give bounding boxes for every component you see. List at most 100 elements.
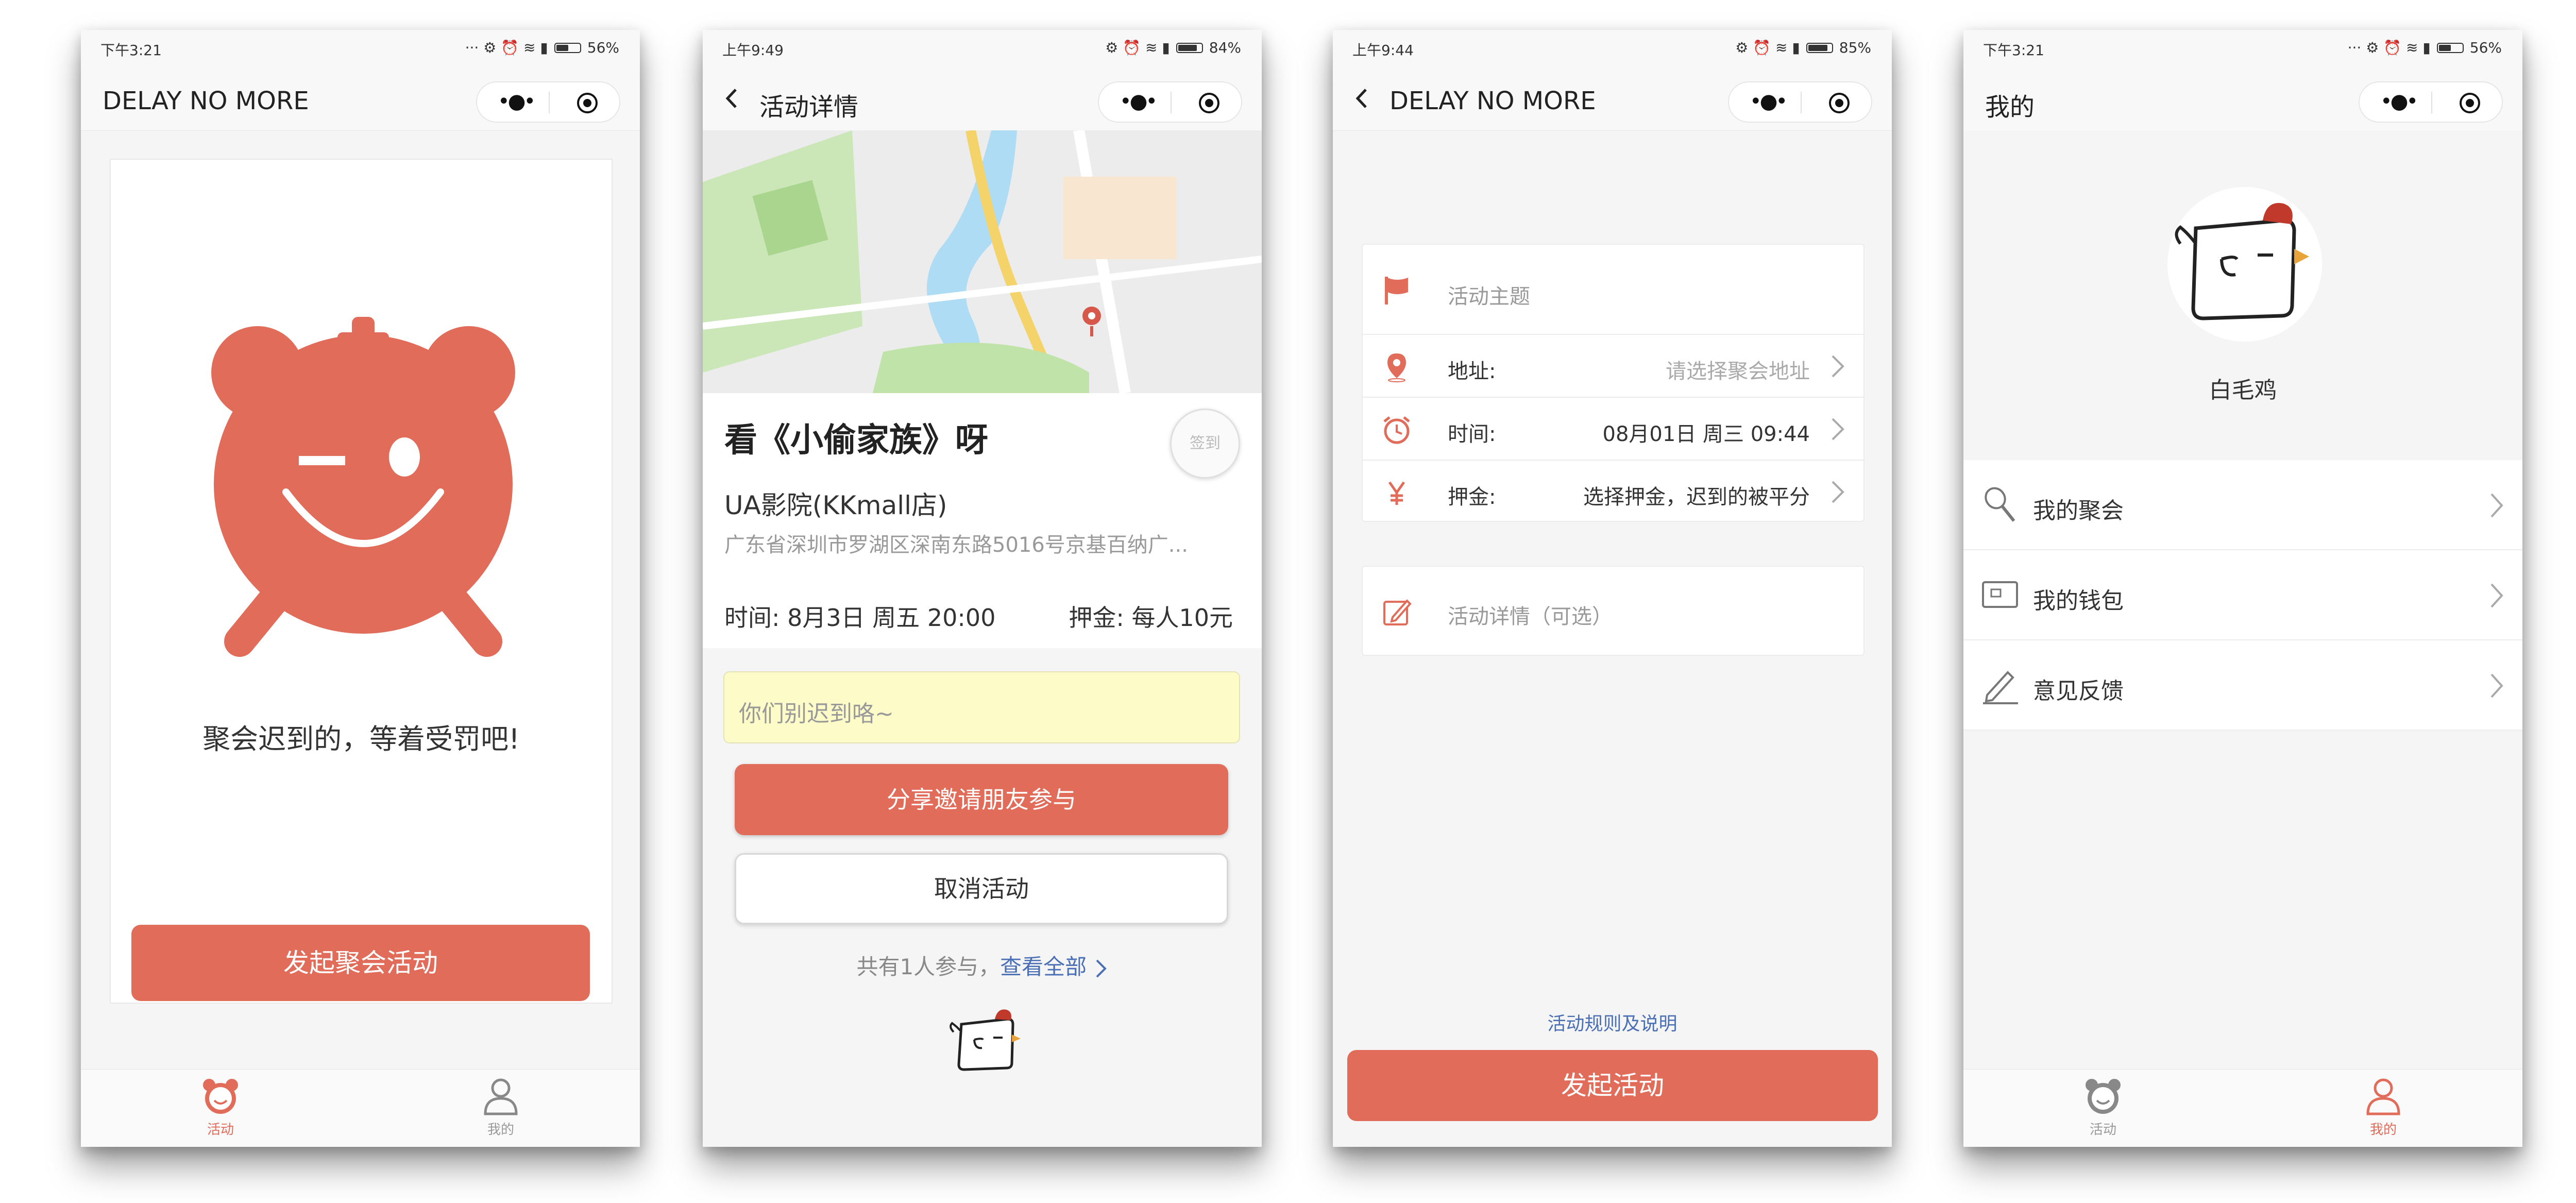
tab-bar: 活动 我的 <box>1963 1069 2522 1147</box>
status-time: 上午9:44 <box>1352 42 1414 59</box>
location-pin-icon <box>1387 353 1406 382</box>
nav-bar: 我的 •●• <box>1963 66 2522 131</box>
back-arrow-icon[interactable] <box>720 87 744 110</box>
person-icon <box>2366 1078 2400 1115</box>
note-placeholder: 你们别迟到咯~ <box>739 701 894 727</box>
location-map[interactable] <box>703 130 1262 393</box>
more-icon[interactable]: •●• <box>2380 91 2418 112</box>
username: 白毛鸡 <box>2209 377 2277 403</box>
deposit-row[interactable]: 押金: 选择押金，迟到的被平分 <box>1363 461 1863 523</box>
phone-screen-mine: 下午3:21 ··· ⚙ ⏰ ≋ ▮ 56% 我的 •●• 白毛鸡 我的聚会 我… <box>1963 30 2522 1147</box>
close-target-icon[interactable] <box>1198 92 1221 114</box>
status-icons: ⚙ ⏰ ≋ ▮ 85% <box>1735 39 1871 56</box>
note-input[interactable]: 你们别迟到咯~ <box>723 671 1240 743</box>
more-icon[interactable]: •●• <box>498 91 536 112</box>
time-row[interactable]: 时间: 08月01日 周三 09:44 <box>1363 398 1863 461</box>
capsule-divider <box>549 92 550 113</box>
pencil-icon <box>1983 671 2018 704</box>
signin-button[interactable]: 签到 <box>1170 409 1240 479</box>
status-glyphs-icon: ··· ⚙ ⏰ ≋ ▮ <box>465 39 548 56</box>
menu-label: 我的钱包 <box>2033 588 2124 614</box>
close-target-icon[interactable] <box>1828 92 1851 114</box>
status-glyphs-icon: ··· ⚙ ⏰ ≋ ▮ <box>2347 39 2431 56</box>
chevron-right-icon <box>2490 493 2503 518</box>
activity-deposit: 押金: 每人10元 <box>1069 604 1233 632</box>
activity-time: 时间: 8月3日 周五 20:00 <box>724 604 996 632</box>
venue-address: 广东省深圳市罗湖区深南东路5016号京基百纳广... <box>724 533 1188 557</box>
activity-form: 活动主题 地址: 请选择聚会地址 时间: 08月01日 周三 09:44 押金:… <box>1362 244 1865 522</box>
capsule-divider <box>2431 92 2432 113</box>
tab-mine[interactable]: 我的 <box>470 1076 532 1138</box>
share-invite-button[interactable]: 分享邀请朋友参与 <box>735 764 1228 835</box>
chevron-right-icon <box>1832 355 1844 378</box>
phone-screen-detail: 上午9:49 ⚙ ⏰ ≋ ▮ 84% 活动详情 •●• 看《小偷家族》呀 签到 … <box>703 30 1262 1147</box>
page-title: DELAY NO MORE <box>103 87 309 115</box>
view-all-link[interactable]: 查看全部 <box>1000 954 1087 979</box>
activity-title: 看《小偷家族》呀 <box>724 421 988 460</box>
chicken-avatar-icon <box>2175 202 2309 320</box>
tab-label: 活动 <box>2089 1122 2116 1138</box>
participant-avatar[interactable] <box>946 1004 1023 1076</box>
battery-icon <box>1176 42 1203 53</box>
deposit-value: 选择押金，迟到的被平分 <box>1583 485 1810 509</box>
alarm-clock-icon <box>1383 416 1410 444</box>
battery-text: 56% <box>2469 39 2502 56</box>
nav-bar: 活动详情 •●• <box>703 66 1262 131</box>
menu-item-feedback[interactable]: 意见反馈 <box>1963 640 2522 731</box>
capsule-divider <box>1801 92 1802 113</box>
slogan-text: 聚会迟到的，等着受罚吧! <box>202 723 520 755</box>
miniprogram-capsule: •●• <box>1728 81 1872 123</box>
miniprogram-capsule: •●• <box>1098 81 1242 123</box>
back-arrow-icon[interactable] <box>1350 87 1374 110</box>
more-icon[interactable]: •●• <box>1120 91 1158 112</box>
submit-activity-button[interactable]: 发起活动 <box>1347 1050 1878 1121</box>
status-bar: 下午3:21 ··· ⚙ ⏰ ≋ ▮ 56% <box>81 30 640 66</box>
menu-label: 意见反馈 <box>2033 678 2124 704</box>
battery-icon <box>1806 42 1833 53</box>
miniprogram-capsule: •●• <box>476 81 620 123</box>
rules-link[interactable]: 活动规则及说明 <box>1333 1009 1892 1036</box>
tab-bar: 活动 我的 <box>81 1069 640 1147</box>
more-icon[interactable]: •●• <box>1750 91 1788 112</box>
phone-screen-home: 下午3:21 ··· ⚙ ⏰ ≋ ▮ 56% DELAY NO MORE •●• <box>81 30 640 1147</box>
profile-menu: 我的聚会 我的钱包 意见反馈 <box>1963 460 2522 731</box>
welcome-card: 聚会迟到的，等着受罚吧! 发起聚会活动 <box>110 159 613 1004</box>
status-icons: ⚙ ⏰ ≋ ▮ 84% <box>1105 39 1241 56</box>
topic-input[interactable]: 活动主题 <box>1448 280 1530 310</box>
status-glyphs-icon: ⚙ ⏰ ≋ ▮ <box>1105 39 1170 56</box>
edit-icon <box>1383 599 1412 625</box>
battery-text: 84% <box>1209 39 1241 56</box>
menu-item-my-events[interactable]: 我的聚会 <box>1963 460 2522 550</box>
tab-label: 我的 <box>487 1122 514 1138</box>
close-target-icon[interactable] <box>2459 92 2481 114</box>
address-label: 地址: <box>1448 360 1496 383</box>
tab-activity[interactable]: 活动 <box>2072 1076 2134 1138</box>
topic-row[interactable]: 活动主题 <box>1363 245 1863 335</box>
battery-text: 56% <box>587 39 619 56</box>
status-bar: 上午9:49 ⚙ ⏰ ≋ ▮ 84% <box>703 30 1262 66</box>
details-card[interactable]: 活动详情（可选） <box>1362 566 1865 656</box>
status-icons: ··· ⚙ ⏰ ≋ ▮ 56% <box>2348 39 2502 56</box>
cancel-activity-button[interactable]: 取消活动 <box>735 853 1228 924</box>
battery-icon <box>554 42 581 53</box>
tab-activity[interactable]: 活动 <box>190 1076 251 1138</box>
battery-text: 85% <box>1839 39 1871 56</box>
tab-mine[interactable]: 我的 <box>2352 1076 2414 1138</box>
details-input[interactable]: 活动详情（可选） <box>1448 600 1613 630</box>
close-target-icon[interactable] <box>576 92 599 114</box>
winking-alarm-clock-icon <box>211 317 515 657</box>
menu-item-wallet[interactable]: 我的钱包 <box>1963 550 2522 640</box>
start-event-button[interactable]: 发起聚会活动 <box>131 925 590 1001</box>
status-bar: 下午3:21 ··· ⚙ ⏰ ≋ ▮ 56% <box>1963 30 2522 66</box>
avatar[interactable] <box>2167 187 2322 342</box>
page-title: 我的 <box>1985 93 2035 122</box>
miniprogram-capsule: •●• <box>2359 81 2503 123</box>
capsule-divider <box>1171 92 1172 113</box>
nav-bar: DELAY NO MORE •●• <box>81 66 640 131</box>
address-row[interactable]: 地址: 请选择聚会地址 <box>1363 335 1863 398</box>
chevron-right-icon[interactable] <box>1094 958 1108 979</box>
status-time: 下午3:21 <box>100 42 162 59</box>
nav-bar: DELAY NO MORE •●• <box>1333 66 1892 131</box>
participants-summary: 共有1人参与，查看全部 <box>703 950 1262 981</box>
tab-label: 我的 <box>2369 1122 2397 1138</box>
